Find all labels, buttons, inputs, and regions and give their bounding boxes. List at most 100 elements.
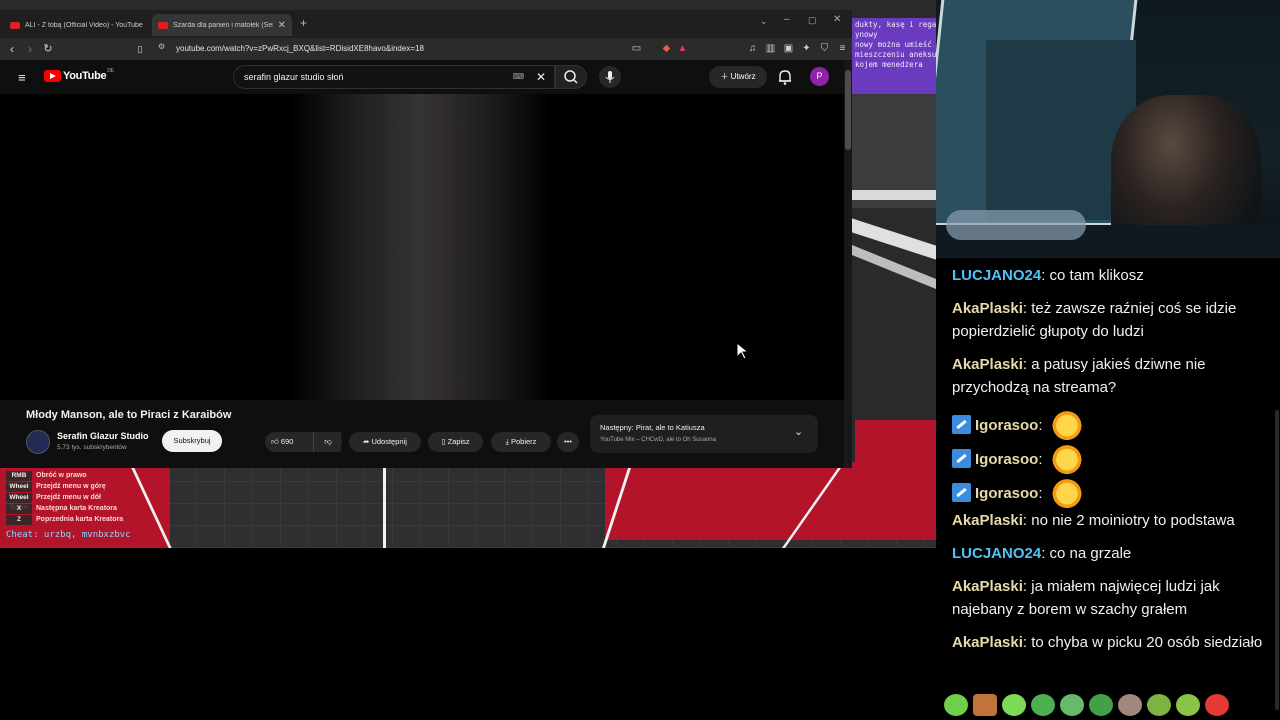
more-actions-button[interactable]: ••• bbox=[557, 432, 579, 452]
action-label: Następna karta Kreatora bbox=[36, 505, 117, 512]
channel-avatar[interactable] bbox=[26, 430, 50, 454]
emote-icon[interactable] bbox=[944, 694, 968, 716]
chat-message: AkaPlaski: też zawsze raźniej coś se idz… bbox=[952, 300, 1237, 340]
forward-icon[interactable]: › bbox=[22, 41, 38, 57]
page-scrollbar[interactable] bbox=[844, 60, 852, 468]
chat-message: AkaPlaski: a patusy jakieś dziwne nie pr… bbox=[952, 356, 1206, 396]
reload-icon[interactable]: ↻ bbox=[40, 41, 56, 57]
url-field[interactable]: youtube.com/watch?v=zPwRxcj_BXQ&list=RDi… bbox=[176, 41, 646, 57]
search-input[interactable]: serafin glazur studio słoń ⌨ ✕ bbox=[233, 65, 555, 89]
chat-text: no nie 2 moiniotry to podstawa bbox=[1031, 512, 1235, 529]
hamburger-menu-icon[interactable]: ≡ bbox=[18, 70, 26, 85]
rewards-icon[interactable]: ▲ bbox=[676, 42, 689, 55]
vpn-icon[interactable]: ⛉ bbox=[818, 42, 831, 55]
clear-search-icon[interactable]: ✕ bbox=[536, 66, 546, 88]
up-next-title: Następny: Pirat, ale to Katiusza bbox=[600, 423, 705, 432]
share-label: Udostępnij bbox=[371, 437, 407, 446]
up-next-card[interactable]: Następny: Pirat, ale to Katiusza YouTube… bbox=[590, 415, 818, 453]
tab-bar: ALI - Z tobą (Official Video) - YouTube … bbox=[0, 10, 852, 38]
save-label: Zapisz bbox=[447, 437, 470, 446]
emote-icon[interactable] bbox=[1089, 694, 1113, 716]
keyboard-icon[interactable]: ⌨ bbox=[512, 66, 524, 88]
note-line: nowy można umieść bbox=[855, 40, 932, 49]
new-tab-icon[interactable]: + bbox=[300, 16, 307, 30]
webcam-overlay bbox=[936, 0, 1280, 258]
dislike-button[interactable]: 👎︎ bbox=[313, 432, 342, 452]
action-label: Przejdź menu w górę bbox=[36, 483, 106, 490]
chat-message: AkaPlaski: ja miałem najwięcej ludzi jak… bbox=[952, 578, 1220, 618]
emote-icon[interactable] bbox=[1205, 694, 1229, 716]
emote-icon[interactable] bbox=[1147, 694, 1171, 716]
video-player[interactable] bbox=[0, 94, 844, 400]
emote-icon[interactable] bbox=[973, 694, 997, 716]
channel-name[interactable]: Serafin Glazur Studio bbox=[57, 431, 149, 441]
sidebar-icon[interactable]: ▥ bbox=[764, 42, 777, 55]
stream-chat: LUCJANO24: co tam klikosz AkaPlaski: też… bbox=[936, 258, 1280, 720]
emote-bar bbox=[944, 694, 1229, 716]
share-button[interactable]: ➦ Udostępnij bbox=[349, 432, 421, 452]
chat-username: Igorasoo bbox=[975, 451, 1039, 468]
search-value: serafin glazur studio słoń bbox=[244, 72, 344, 82]
download-label: Pobierz bbox=[510, 437, 537, 446]
youtube-logo[interactable]: YouTube DE bbox=[44, 68, 114, 82]
create-label: Utwórz bbox=[730, 72, 756, 81]
chat-scrollbar[interactable] bbox=[1275, 410, 1279, 710]
chevron-down-icon[interactable]: ⌄ bbox=[794, 425, 803, 438]
cheat-text: Cheat: urzbq, mvnbxzbvc bbox=[6, 530, 131, 540]
minimize-icon[interactable]: – bbox=[784, 14, 790, 25]
action-label: Poprzednia karta Kreatora bbox=[36, 516, 124, 523]
bookmark-icon[interactable]: ▯ bbox=[132, 41, 148, 57]
keybind-row: RMB Obróć w prawo bbox=[6, 470, 166, 481]
scrollbar-thumb[interactable] bbox=[845, 70, 851, 150]
tab-list-icon[interactable]: ⌄ bbox=[760, 16, 768, 27]
chat-text: co na grzale bbox=[1049, 545, 1132, 562]
site-settings-icon[interactable]: ⚙ bbox=[158, 42, 165, 51]
chat-username: AkaPlaski bbox=[952, 356, 1023, 373]
close-window-icon[interactable]: ✕ bbox=[833, 14, 841, 25]
more-icon: ••• bbox=[564, 437, 572, 446]
chat-message: AkaPlaski: to chyba w picku 20 osób sied… bbox=[952, 634, 1263, 651]
prime-badge-icon bbox=[952, 449, 971, 468]
chat-message: Igorasoo: bbox=[952, 476, 1267, 508]
game-rail bbox=[852, 190, 936, 200]
tab-active[interactable]: Szarda dla panien i matołek (Serafi... ✕ bbox=[152, 14, 292, 36]
chat-username: AkaPlaski bbox=[952, 634, 1023, 651]
note-line: mieszczeniu aneksu bbox=[855, 50, 936, 59]
microphone-icon bbox=[605, 71, 615, 83]
back-icon[interactable]: ‹ bbox=[4, 41, 20, 57]
notifications-button[interactable] bbox=[776, 68, 794, 86]
maximize-icon[interactable]: ▢ bbox=[808, 15, 817, 26]
tab-ali[interactable]: ALI - Z tobą (Official Video) - YouTube bbox=[4, 14, 150, 36]
keybind-row: Wheel Down Przejdź menu w dół bbox=[6, 492, 166, 511]
subscribe-button[interactable]: Subskrybuj bbox=[162, 430, 222, 452]
keybind-row: X Następna karta Kreatora bbox=[6, 503, 166, 514]
chat-username: AkaPlaski bbox=[952, 300, 1023, 317]
keybind-row: Wheel Up Przejdź menu w górę bbox=[6, 481, 166, 500]
search-button[interactable] bbox=[555, 65, 587, 89]
search-icon bbox=[564, 70, 578, 84]
emote-icon[interactable] bbox=[1031, 694, 1055, 716]
emote-icon[interactable] bbox=[1176, 694, 1200, 716]
menu-icon[interactable]: ≡ bbox=[836, 42, 849, 55]
wallet-icon[interactable]: ▣ bbox=[782, 42, 795, 55]
create-button[interactable]: ＋ Utwórz bbox=[709, 66, 767, 88]
chat-text: co tam klikosz bbox=[1049, 267, 1144, 284]
key-label: Z bbox=[6, 514, 32, 525]
extensions-icon[interactable]: ✦ bbox=[800, 42, 813, 55]
tab-title: Szarda dla panien i matołek (Serafi... bbox=[173, 21, 273, 29]
brave-shield-icon[interactable]: ◆ bbox=[660, 42, 673, 55]
download-button[interactable]: ⤓ Pobierz bbox=[491, 432, 551, 452]
youtube-favicon-icon bbox=[158, 21, 168, 29]
cast-icon[interactable]: ▭ bbox=[630, 42, 643, 55]
music-icon[interactable]: ♫ bbox=[746, 42, 759, 55]
emote-icon[interactable] bbox=[1060, 694, 1084, 716]
chat-message: LUCJANO24: co tam klikosz bbox=[952, 267, 1144, 284]
voice-search-button[interactable] bbox=[599, 66, 621, 88]
account-avatar[interactable]: P bbox=[810, 67, 829, 86]
emote-icon[interactable] bbox=[1002, 694, 1026, 716]
chat-username: AkaPlaski bbox=[952, 512, 1023, 529]
like-count: 690 bbox=[280, 437, 294, 446]
tab-close-icon[interactable]: ✕ bbox=[278, 20, 286, 31]
emote-icon[interactable] bbox=[1118, 694, 1142, 716]
save-button[interactable]: ▯ Zapisz bbox=[428, 432, 483, 452]
